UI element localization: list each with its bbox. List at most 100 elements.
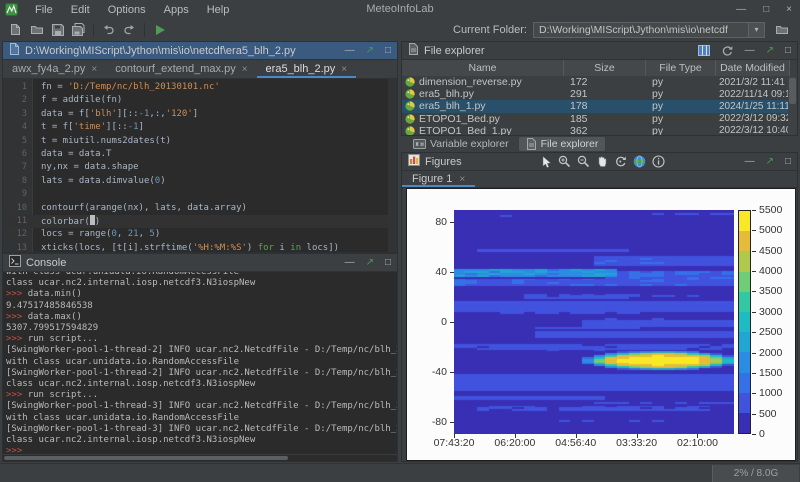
console-line: class ucar.nc2.internal.iosp.netcdf3.N3i… bbox=[6, 278, 394, 289]
globe-icon[interactable] bbox=[633, 155, 646, 168]
scrollbar-thumb[interactable] bbox=[789, 78, 796, 104]
tab-variable-explorer[interactable]: Variable explorer bbox=[406, 137, 516, 151]
menu-apps[interactable]: Apps bbox=[155, 4, 198, 16]
colorbar-segment bbox=[739, 272, 750, 292]
current-folder-input[interactable]: D:\Working\MIScript\Jython\mis\io\netcdf… bbox=[533, 22, 765, 38]
zoom-in-icon[interactable] bbox=[558, 155, 571, 168]
code-line[interactable]: 13xticks(locs, [t[i].strftime('%H:%M:%S'… bbox=[3, 242, 397, 252]
x-tick-mark bbox=[576, 434, 577, 438]
scrollbar-thumb[interactable] bbox=[4, 456, 288, 460]
code-line[interactable]: 10contourf(arange(nx), lats, data.array) bbox=[3, 202, 397, 215]
chevron-down-icon[interactable]: ▾ bbox=[748, 23, 764, 37]
colorbar-tick-label: 5500 bbox=[759, 204, 782, 216]
column-header-date-modified[interactable]: Date Modified bbox=[716, 60, 790, 76]
refresh-icon[interactable] bbox=[721, 45, 734, 57]
table-row-ETOPO1_Bed.py[interactable]: ETOPO1_Bed.py185py2022/3/12 09:32 bbox=[402, 113, 790, 125]
close-icon[interactable]: × bbox=[242, 64, 248, 75]
minimize-icon[interactable]: — bbox=[745, 157, 755, 167]
save-all-icon[interactable] bbox=[68, 21, 89, 39]
select-cursor-icon[interactable] bbox=[542, 156, 552, 168]
zoom-out-icon[interactable] bbox=[577, 155, 590, 168]
code-line[interactable]: 5t = miutil.nums2dates(t) bbox=[3, 135, 397, 148]
close-icon[interactable]: × bbox=[341, 64, 347, 75]
minimize-icon[interactable]: — bbox=[736, 5, 746, 15]
console-output[interactable]: with class ucar.unidata.io.RandomAccessF… bbox=[3, 272, 397, 454]
contour-plot[interactable] bbox=[454, 210, 734, 434]
column-header-name[interactable]: Name bbox=[402, 60, 564, 76]
file-modified: 2022/3/12 09:32 bbox=[716, 113, 790, 124]
table-row-era5_blh_1.py[interactable]: era5_blh_1.py178py2024/1/25 11:11 bbox=[402, 100, 790, 112]
table-row-dimension_reverse.py[interactable]: dimension_reverse.py172py2021/3/2 11:41 bbox=[402, 76, 790, 88]
float-icon[interactable]: ↗ bbox=[366, 258, 374, 268]
colorbar-tick-mark bbox=[752, 414, 756, 415]
file-table-header[interactable]: NameSizeFile TypeDate Modified bbox=[402, 60, 790, 76]
code-line[interactable]: 12locs = range(0, 21, 5) bbox=[3, 228, 397, 241]
python-file-icon bbox=[405, 126, 415, 135]
code-line[interactable]: 8lats = data.dimvalue(0) bbox=[3, 175, 397, 188]
undo-icon[interactable] bbox=[98, 21, 119, 39]
minimize-icon[interactable]: — bbox=[345, 258, 355, 268]
table-row-era5_blh.py[interactable]: era5_blh.py291py2022/11/14 09:11 bbox=[402, 88, 790, 100]
open-folder-icon[interactable] bbox=[26, 21, 47, 39]
column-header-file-type[interactable]: File Type bbox=[646, 60, 716, 76]
code-line[interactable]: 4t = f['time'][::-1] bbox=[3, 121, 397, 134]
main-toolbar: Current Folder: D:\Working\MIScript\Jyth… bbox=[0, 19, 800, 40]
colorbar-segment bbox=[739, 231, 750, 251]
maximize-icon[interactable]: □ bbox=[763, 5, 769, 15]
colorbar-tick-label: 4500 bbox=[759, 245, 782, 257]
code-line[interactable]: 11colorbar() bbox=[3, 215, 397, 228]
column-header-size[interactable]: Size bbox=[564, 60, 646, 76]
y-tick-mark bbox=[450, 372, 454, 373]
y-tick-mark bbox=[450, 322, 454, 323]
file-table-scrollbar[interactable] bbox=[788, 76, 797, 135]
python-file-icon bbox=[405, 77, 415, 87]
code-editor[interactable]: 1fn = 'D:/Temp/nc/blh_20130101.nc'2f = a… bbox=[3, 79, 397, 252]
rotate-icon[interactable] bbox=[614, 155, 627, 168]
colorbar-segment bbox=[739, 292, 750, 312]
code-line[interactable]: 1fn = 'D:/Temp/nc/blh_20130101.nc' bbox=[3, 81, 397, 94]
close-icon[interactable]: × bbox=[786, 5, 792, 15]
tab-figure-1[interactable]: Figure 1 × bbox=[402, 171, 475, 187]
run-icon[interactable] bbox=[149, 21, 170, 39]
console-hscrollbar[interactable] bbox=[3, 454, 397, 461]
table-row-ETOPO1_Bed_1.py[interactable]: ETOPO1_Bed_1.py362py2022/3/12 10:40 bbox=[402, 125, 790, 135]
save-icon[interactable] bbox=[47, 21, 68, 39]
float-icon[interactable]: ↗ bbox=[366, 46, 374, 56]
maximize-icon[interactable]: □ bbox=[785, 46, 791, 56]
float-icon[interactable]: ↗ bbox=[766, 46, 774, 56]
maximize-icon[interactable]: □ bbox=[785, 157, 791, 167]
tab-awx_fy4a_2.py[interactable]: awx_fy4a_2.py× bbox=[3, 60, 106, 78]
info-icon[interactable] bbox=[652, 155, 665, 168]
menu-options[interactable]: Options bbox=[99, 4, 155, 16]
redo-icon[interactable] bbox=[119, 21, 140, 39]
menu-edit[interactable]: Edit bbox=[62, 4, 99, 16]
code-line[interactable]: 7ny,nx = data.shape bbox=[3, 161, 397, 174]
console-line: [SwingWorker-pool-1-thread-3] INFO ucar.… bbox=[6, 401, 394, 412]
code-line[interactable]: 3data = f['blh'][::-1,:,'120'] bbox=[3, 108, 397, 121]
colorbar-segment bbox=[739, 332, 750, 352]
code-line[interactable]: 2f = addfile(fn) bbox=[3, 94, 397, 107]
maximize-icon[interactable]: □ bbox=[385, 258, 391, 268]
minimize-icon[interactable]: — bbox=[345, 46, 355, 56]
minimize-icon[interactable]: — bbox=[745, 46, 755, 56]
menu-help[interactable]: Help bbox=[198, 4, 239, 16]
tab-contourf_extend_max.py[interactable]: contourf_extend_max.py× bbox=[106, 60, 256, 78]
figure-tab-label: Figure 1 bbox=[412, 173, 452, 185]
memory-indicator[interactable]: 2% / 8.0G bbox=[712, 465, 799, 482]
file-size: 172 bbox=[564, 76, 646, 88]
x-tick-mark bbox=[515, 434, 516, 438]
tab-era5_blh_2.py[interactable]: era5_blh_2.py× bbox=[257, 60, 357, 78]
maximize-icon[interactable]: □ bbox=[385, 46, 391, 56]
close-icon[interactable]: × bbox=[459, 174, 465, 185]
columns-icon[interactable] bbox=[698, 45, 710, 56]
pan-hand-icon[interactable] bbox=[596, 155, 608, 168]
tab-file-explorer[interactable]: File explorer bbox=[519, 137, 606, 151]
close-icon[interactable]: × bbox=[91, 64, 97, 75]
new-file-icon[interactable] bbox=[5, 21, 26, 39]
menu-file[interactable]: File bbox=[26, 4, 62, 16]
code-line[interactable]: 6data = data.T bbox=[3, 148, 397, 161]
editor-scrollbar[interactable] bbox=[388, 79, 397, 252]
browse-folder-icon[interactable] bbox=[771, 21, 792, 39]
code-line[interactable]: 9 bbox=[3, 188, 397, 201]
float-icon[interactable]: ↗ bbox=[766, 157, 774, 167]
